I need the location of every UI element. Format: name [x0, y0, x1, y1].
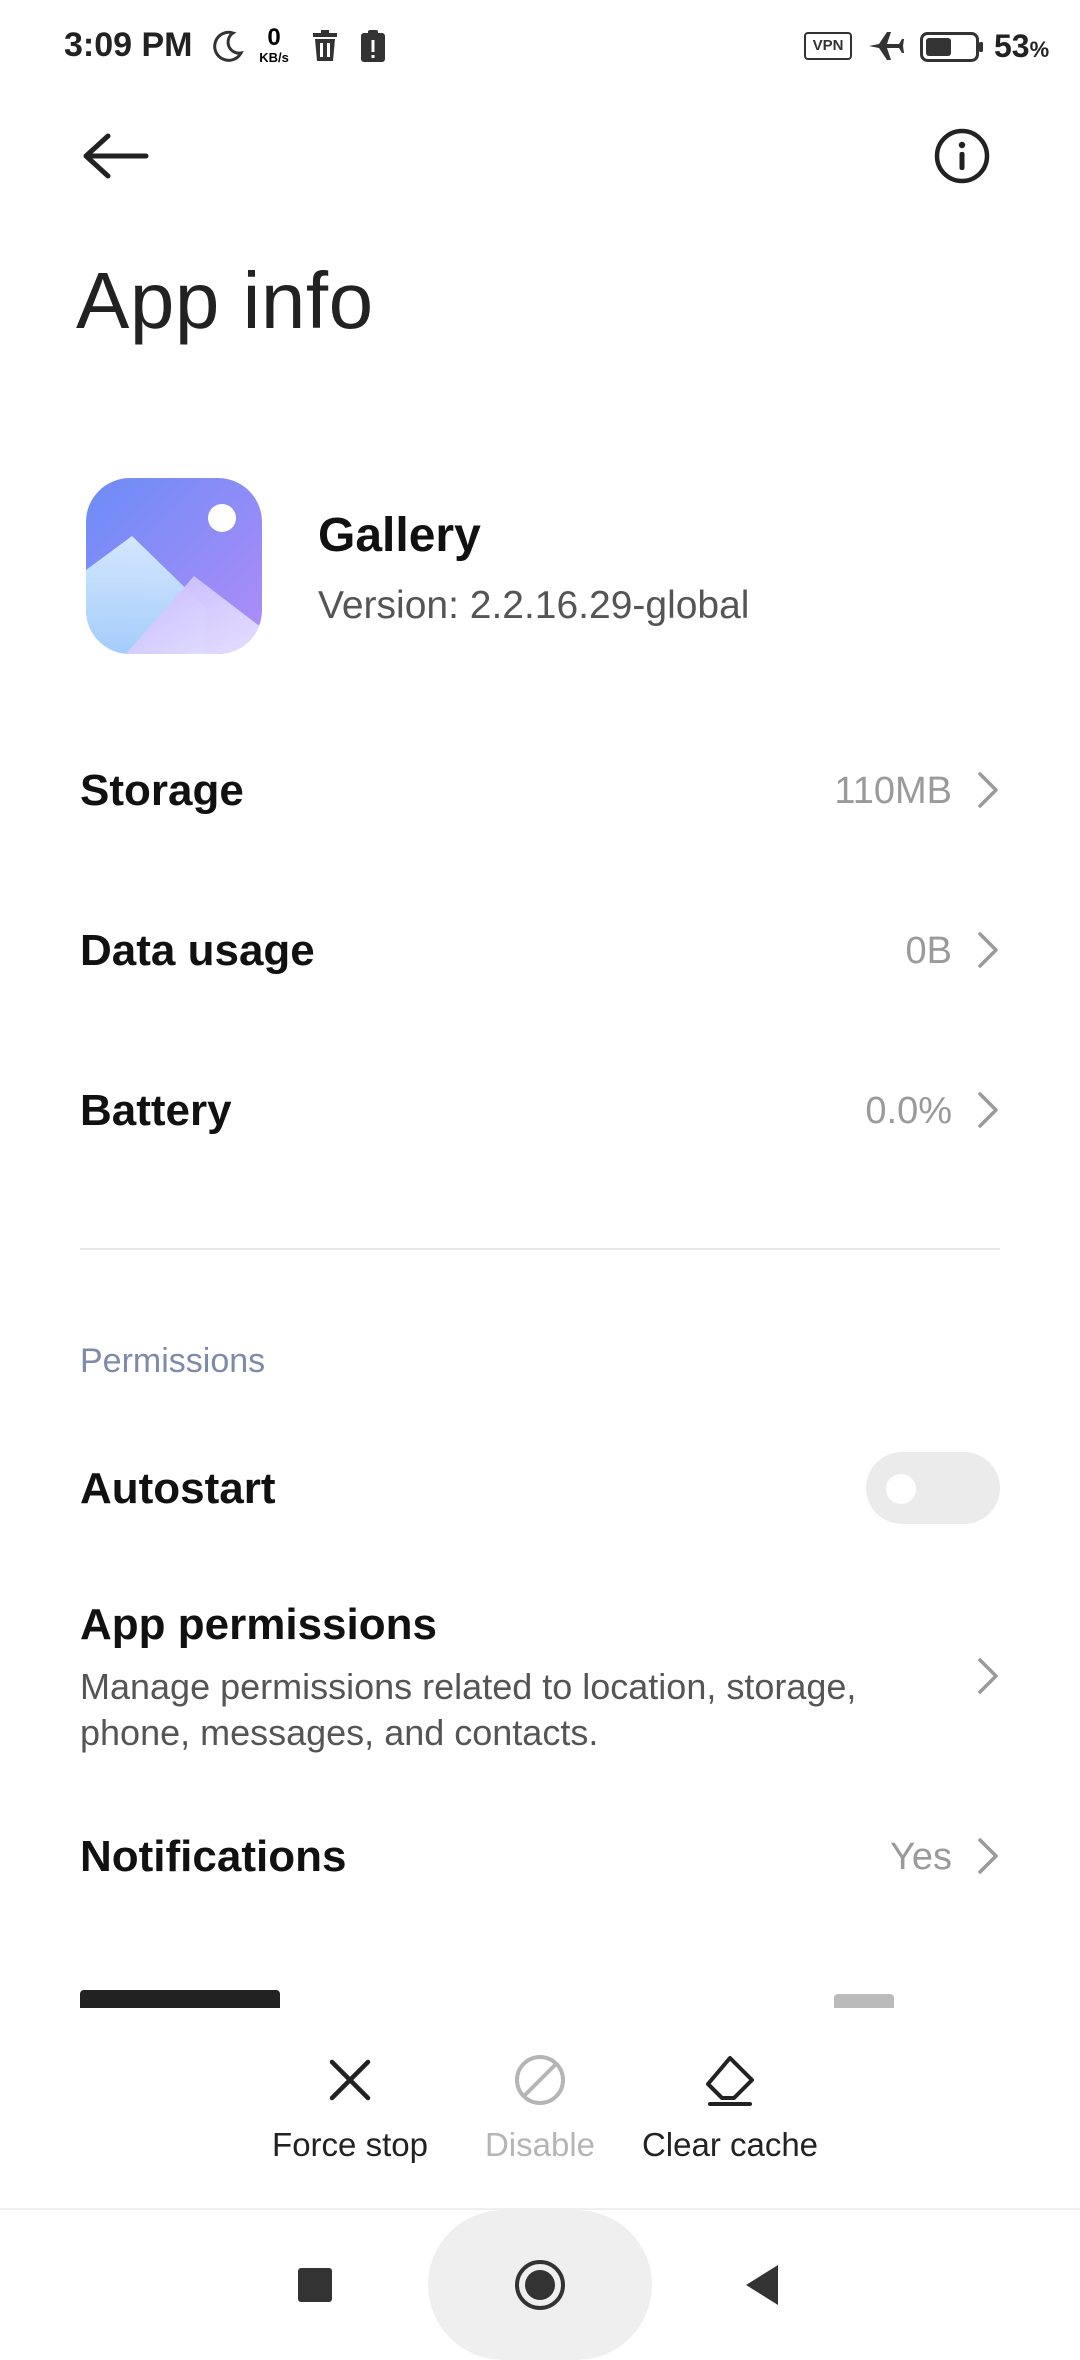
gallery-app-icon	[86, 478, 262, 654]
airplane-icon	[866, 26, 906, 66]
data-usage-value: 0B	[905, 930, 952, 972]
home-button[interactable]	[513, 2258, 567, 2312]
notifications-value: Yes	[890, 1836, 952, 1878]
storage-label: Storage	[80, 766, 244, 815]
data-usage-label: Data usage	[80, 926, 315, 975]
clear-cache-label: Clear cache	[641, 2126, 819, 2163]
moon-icon	[208, 26, 248, 66]
page-title: App info	[76, 256, 374, 345]
disable-button[interactable]: Disable	[430, 2052, 650, 2164]
back-button[interactable]	[70, 116, 160, 206]
net-speed-unit: KB/s	[259, 50, 289, 65]
chevron-right-icon	[978, 1838, 998, 1874]
autostart-toggle[interactable]	[866, 1452, 1000, 1524]
disable-label: Disable	[484, 2126, 596, 2163]
chevron-right-icon	[978, 772, 998, 808]
chevron-right-icon	[978, 1092, 998, 1128]
info-icon	[934, 128, 990, 184]
battery-row[interactable]: Battery 0.0%	[0, 1060, 1080, 1160]
autostart-label: Autostart	[80, 1464, 276, 1513]
vpn-badge: VPN	[804, 32, 852, 60]
notifications-row[interactable]: Notifications Yes	[0, 1806, 1080, 1906]
data-usage-row[interactable]: Data usage 0B	[0, 900, 1080, 1000]
battery-value: 0.0%	[865, 1090, 952, 1132]
block-icon	[515, 2055, 565, 2105]
chevron-right-icon	[978, 932, 998, 968]
chevron-right-icon	[978, 1658, 998, 1694]
force-stop-label: Force stop	[272, 2126, 428, 2163]
notifications-label: Notifications	[80, 1832, 347, 1881]
info-button[interactable]	[918, 116, 1008, 206]
trash-icon	[308, 26, 342, 66]
status-bar: 3:09 PM 0 KB/s VPN 53%	[0, 0, 1080, 96]
navigation-bar	[0, 2210, 1080, 2360]
action-bar: Force stop Disable Clear cache	[0, 2010, 1080, 2210]
app-name: Gallery	[318, 509, 481, 562]
app-permissions-description: Manage permissions related to location, …	[80, 1666, 857, 1753]
clear-cache-button[interactable]: Clear cache	[620, 2052, 840, 2164]
recents-button[interactable]	[298, 2268, 332, 2302]
net-speed-value: 0	[267, 24, 281, 51]
status-time: 3:09 PM	[64, 26, 193, 64]
battery-percent: 53%	[994, 28, 1050, 64]
battery-icon	[920, 32, 983, 62]
storage-value: 110MB	[834, 770, 952, 812]
battery-label: Battery	[80, 1086, 232, 1135]
clipboard-alert-icon	[356, 26, 390, 66]
storage-row[interactable]: Storage 110MB	[0, 740, 1080, 840]
eraser-icon	[706, 2056, 754, 2106]
arrow-left-icon	[83, 133, 149, 179]
toggle-knob	[886, 1474, 916, 1504]
force-stop-button[interactable]: Force stop	[240, 2052, 460, 2164]
app-version: Version: 2.2.16.29-global	[318, 584, 750, 627]
section-divider	[80, 1248, 1000, 1250]
app-permissions-label: App permissions	[80, 1600, 437, 1649]
close-icon	[329, 2059, 371, 2101]
scrolled-row-cutoff	[0, 1986, 1080, 2008]
permissions-section-title: Permissions	[80, 1342, 266, 1380]
nav-back-button[interactable]	[742, 2262, 782, 2308]
net-speed: 0 KB/s	[254, 24, 294, 65]
